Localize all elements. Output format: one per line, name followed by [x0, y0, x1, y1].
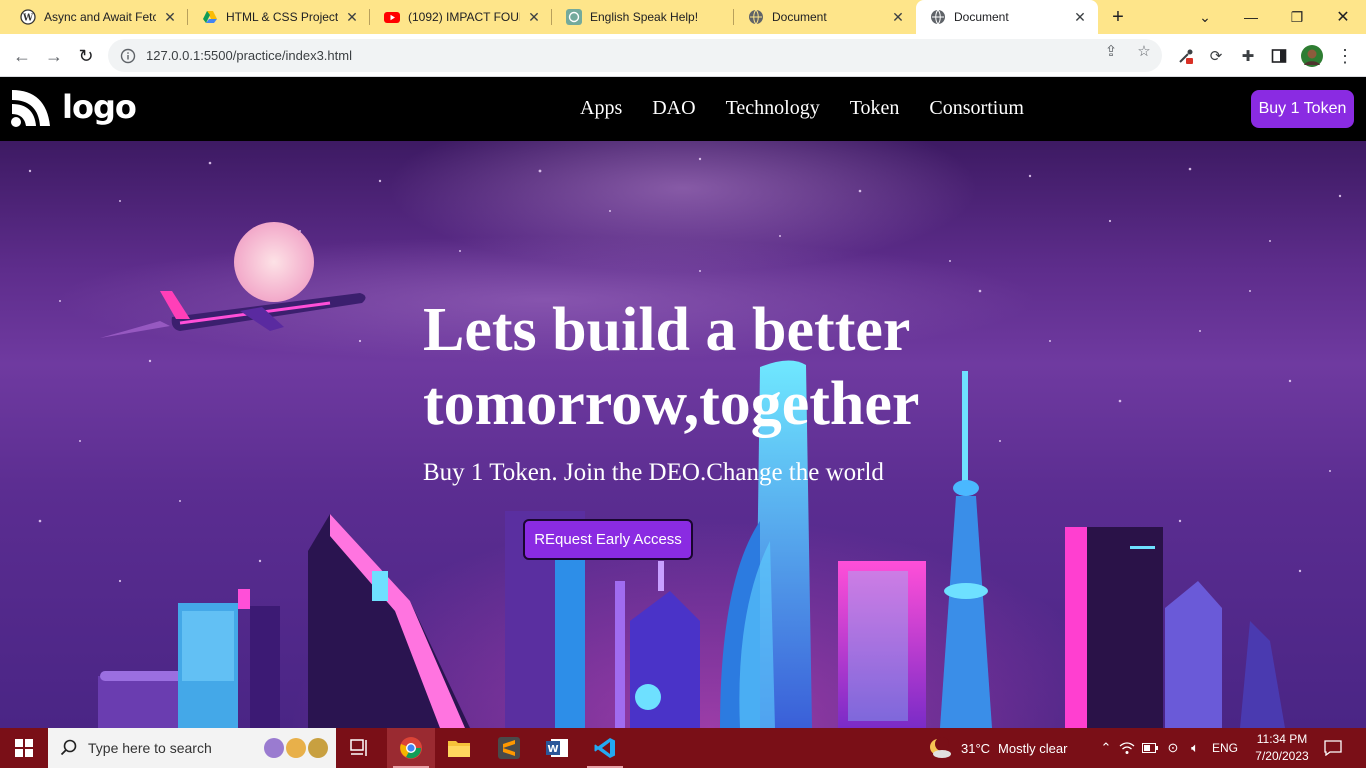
svg-text:W: W — [547, 744, 558, 755]
building — [1165, 581, 1222, 728]
address-bar[interactable]: 127.0.0.1:5500/practice/index3.html — [108, 39, 1162, 72]
meet-now-icon[interactable]: ⊙ — [1162, 740, 1184, 756]
logo-text: logo — [62, 88, 137, 126]
clock-time: 11:34 PM — [1256, 732, 1308, 746]
chrome-taskbar-icon[interactable] — [387, 728, 435, 768]
close-tab-icon[interactable]: ✕ — [1072, 9, 1088, 25]
site-logo[interactable]: logo — [10, 86, 137, 128]
svg-text:W: W — [22, 14, 34, 24]
search-highlight-icon — [262, 736, 332, 760]
tab-async-await[interactable]: W Async and Await Fetch ✕ — [6, 0, 188, 34]
site-info-icon[interactable] — [120, 48, 136, 64]
globe-icon — [930, 9, 946, 25]
restore-icon[interactable]: ❐ — [1274, 0, 1320, 34]
hero-headline: Lets build a better tomorrow,together — [423, 293, 1043, 441]
headline-line-2: tomorrow,together — [423, 370, 920, 438]
tab-english-speak[interactable]: English Speak Help! ✕ — [552, 0, 734, 34]
new-tab-plus-icon[interactable]: + — [1106, 5, 1130, 29]
clock-date: 7/20/2023 — [1255, 749, 1309, 763]
wifi-icon[interactable] — [1116, 741, 1138, 755]
sublime-text-icon[interactable] — [485, 728, 533, 768]
forward-arrow-icon[interactable]: → — [40, 42, 68, 70]
language-indicator[interactable]: ENG — [1212, 741, 1238, 755]
speaker-icon[interactable]: 🔈︎ — [1184, 740, 1206, 756]
hero-subheadline: Buy 1 Token. Join the DEO.Change the wor… — [423, 459, 884, 486]
nav-link-token[interactable]: Token — [850, 97, 900, 120]
airplane — [100, 291, 366, 338]
tab-label: HTML & CSS Project 3 — [226, 10, 338, 24]
google-drive-icon — [202, 9, 218, 25]
tab-label: (1092) IMPACT FOUND — [408, 10, 520, 24]
taskbar-search-box[interactable]: Type here to search — [48, 728, 336, 768]
close-tab-icon[interactable]: ✕ — [162, 9, 178, 25]
profile-avatar-icon[interactable] — [1301, 45, 1323, 67]
tab-document-active[interactable]: Document ✕ — [916, 0, 1098, 34]
close-tab-icon[interactable]: ✕ — [344, 9, 360, 25]
reload-icon[interactable]: ↻ — [72, 42, 100, 70]
hero-section: Lets build a better tomorrow,together Bu… — [0, 141, 1366, 728]
weather-temperature: 31°C — [961, 740, 991, 756]
url-text: 127.0.0.1:5500/practice/index3.html — [146, 48, 352, 63]
sync-extension-icon[interactable]: ⟳ — [1205, 45, 1227, 67]
buy-token-button[interactable]: Buy 1 Token — [1251, 90, 1354, 128]
wordpress-icon: W — [20, 9, 36, 25]
battery-icon[interactable] — [1138, 743, 1162, 753]
bookmark-star-icon[interactable]: ☆ — [1134, 41, 1154, 61]
tray-icons: ⌃ ⊙ 🔈︎ ENG — [1096, 728, 1238, 768]
weather-widget[interactable]: 31°C Mostly clear — [928, 728, 1067, 768]
headline-line-1: Lets build a better — [423, 296, 911, 364]
notification-icon[interactable] — [1322, 728, 1344, 768]
tab-label: Document — [954, 10, 1009, 24]
nav-link-apps[interactable]: Apps — [580, 97, 622, 120]
vs-code-icon[interactable] — [581, 728, 629, 768]
browser-menu-kebab-icon[interactable]: ⋮ — [1334, 45, 1356, 67]
moon-weather-icon — [928, 737, 952, 759]
task-view-icon[interactable] — [336, 728, 384, 768]
close-tab-icon[interactable]: ✕ — [526, 9, 542, 25]
youtube-icon — [384, 9, 400, 25]
chatgpt-icon — [566, 9, 582, 25]
system-clock[interactable]: 11:34 PM 7/20/2023 — [1250, 731, 1314, 765]
globe-icon — [748, 9, 764, 25]
rss-logo-icon — [10, 86, 52, 128]
share-icon[interactable]: ⇪ — [1101, 41, 1121, 61]
main-menu: Apps DAO Technology Token Consortium — [580, 97, 1054, 120]
browser-tab-strip: W Async and Await Fetch ✕ HTML & CSS Pro… — [0, 0, 1366, 34]
search-placeholder: Type here to search — [88, 740, 212, 756]
close-window-icon[interactable]: ✕ — [1320, 0, 1366, 34]
site-navbar: logo Apps DAO Technology Token Consortiu… — [0, 77, 1366, 141]
web-page: logo Apps DAO Technology Token Consortiu… — [0, 77, 1366, 728]
eyedropper-extension-icon[interactable] — [1175, 45, 1197, 67]
tab-html-css-project[interactable]: HTML & CSS Project 3 ✕ — [188, 0, 370, 34]
windows-start-icon[interactable] — [0, 728, 48, 768]
browser-toolbar: ← → ↻ 127.0.0.1:5500/practice/index3.htm… — [0, 34, 1366, 77]
search-icon — [60, 739, 78, 757]
file-explorer-icon[interactable] — [435, 728, 483, 768]
tab-label: Document — [772, 10, 827, 24]
chevron-up-icon[interactable]: ⌃ — [1096, 740, 1116, 756]
back-arrow-icon[interactable]: ← — [8, 42, 36, 70]
tab-search-chevron-icon[interactable]: ⌄ — [1182, 0, 1228, 34]
tab-youtube[interactable]: (1092) IMPACT FOUND ✕ — [370, 0, 552, 34]
moon — [234, 222, 314, 302]
windows-taskbar: Type here to search W 31°C Mostly clear … — [0, 728, 1366, 768]
request-early-access-button[interactable]: REquest Early Access — [523, 519, 693, 560]
weather-description: Mostly clear — [998, 740, 1068, 756]
close-tab-icon[interactable]: ✕ — [890, 9, 906, 25]
nav-link-technology[interactable]: Technology — [726, 97, 820, 120]
tab-label: English Speak Help! — [590, 10, 699, 24]
word-icon[interactable]: W — [533, 728, 581, 768]
side-panel-icon[interactable] — [1268, 45, 1290, 67]
tab-label: Async and Await Fetch — [44, 10, 156, 24]
tab-document[interactable]: Document ✕ — [734, 0, 916, 34]
minimize-icon[interactable]: — — [1228, 0, 1274, 34]
nav-link-consortium[interactable]: Consortium — [929, 97, 1023, 120]
nav-link-dao[interactable]: DAO — [652, 97, 695, 120]
extensions-puzzle-icon[interactable]: ✚ — [1237, 45, 1259, 67]
